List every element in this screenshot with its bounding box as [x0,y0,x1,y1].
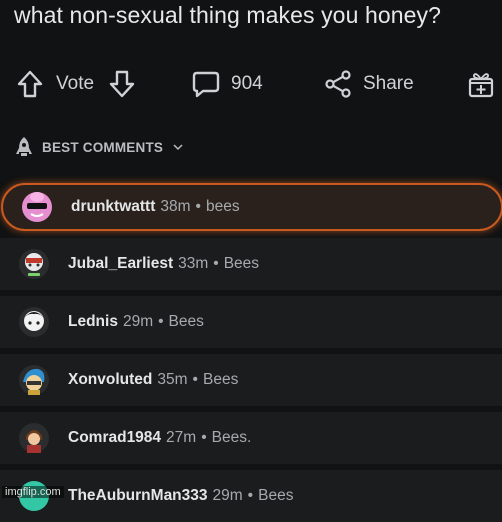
gift-plus-icon [468,73,494,98]
comment-username[interactable]: Jubal_Earliest [68,255,173,273]
downvote-button[interactable] [108,62,136,106]
comments-button[interactable]: 904 [191,62,263,106]
comment-time: 27m [166,429,197,446]
comment-text: Bees [202,371,239,388]
avatar [19,365,49,395]
comment-row[interactable]: Xonvoluted 35m • Bees [0,354,502,406]
post-title: what non-sexual thing makes you honey? [14,2,442,28]
action-bar: Vote 904 Share [0,62,502,106]
comment-time: 29m [212,487,243,504]
share-icon [325,70,351,98]
comment-text: Bees. [211,429,252,446]
comment-row[interactable]: TheAuburnMan333 29m • Bees [0,470,502,522]
comment-text: Bees [168,313,204,330]
comment-row[interactable]: Comrad1984 27m • Bees. [0,412,502,464]
avatar [19,423,49,453]
avatar [22,192,52,222]
vote-label: Vote [56,73,95,94]
comment-time: 38m [160,198,191,215]
comment-bubble-icon [192,71,220,98]
comment-row[interactable]: Lednis 29m • Bees [0,296,502,348]
sort-label: BEST COMMENTS [42,139,164,155]
arrow-down-icon [109,70,135,98]
upvote-button[interactable] [16,62,44,106]
comment-text: bees [205,198,240,215]
comment-row[interactable]: drunktwattt 38m • bees [1,183,502,231]
comment-text: Bees [223,255,260,272]
avatar [19,307,49,337]
sort-dropdown[interactable]: BEST COMMENTS [14,134,183,160]
share-label: Share [363,73,414,94]
comment-username[interactable]: Xonvoluted [68,371,152,389]
rocket-icon [16,137,32,156]
separator-dot: • [247,487,254,504]
avatar [19,249,49,279]
separator-dot: • [201,429,207,446]
comment-username[interactable]: TheAuburnMan333 [68,487,208,505]
comment-text: Bees [258,487,294,504]
comment-time: 35m [157,371,188,388]
comment-row[interactable]: Jubal_Earliest 33m • Bees [0,238,502,290]
comment-count: 904 [231,73,263,94]
share-button[interactable]: Share [323,62,414,106]
separator-dot: • [192,371,198,388]
comment-time: 29m [122,313,154,330]
award-button[interactable] [467,62,495,106]
comment-username[interactable]: Comrad1984 [68,429,161,447]
arrow-up-icon [17,70,43,98]
separator-dot: • [158,313,164,330]
chevron-down-icon [173,144,183,151]
separator-dot: • [213,255,219,272]
comment-username[interactable]: drunktwattt [71,198,155,216]
comment-time: 33m [178,255,209,272]
comment-username[interactable]: Lednis [68,313,118,331]
separator-dot: • [195,198,201,215]
watermark: imgflip.com [2,486,64,498]
